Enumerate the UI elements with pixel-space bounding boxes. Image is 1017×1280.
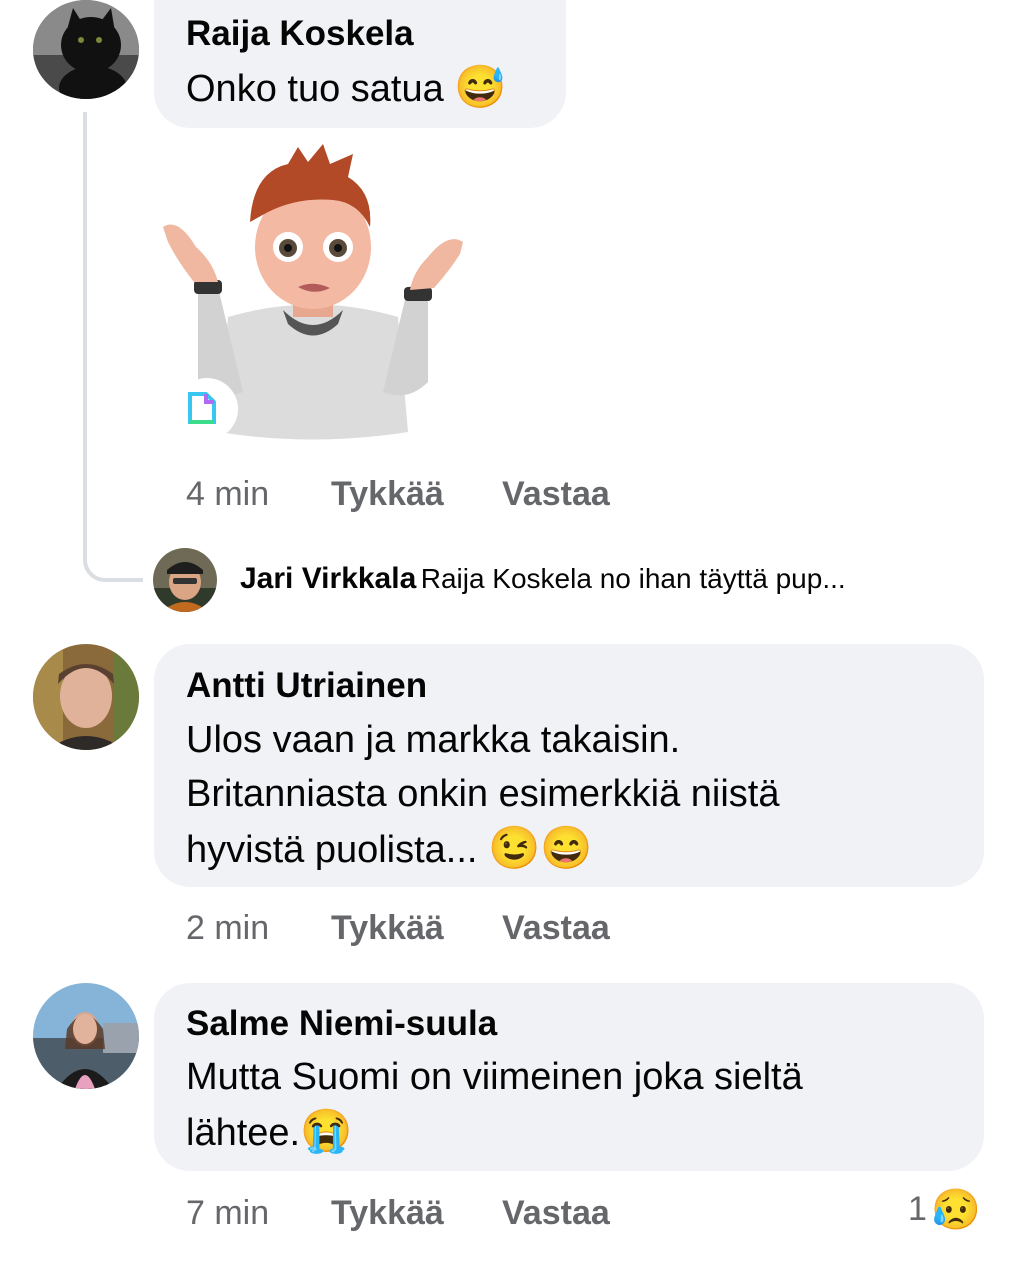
avatar[interactable] <box>33 0 139 99</box>
comment-author[interactable]: Salme Niemi-suula <box>186 1004 497 1044</box>
reaction-count: 1 <box>908 1190 927 1228</box>
crying-emoji: 😭 <box>300 1107 353 1154</box>
comment-author[interactable]: Raija Koskela <box>186 14 414 54</box>
comment-text: Onko tuo satua 😅 <box>186 63 507 110</box>
thread-connector <box>83 112 143 582</box>
reply-button[interactable]: Vastaa <box>502 1193 610 1233</box>
comment-bubble[interactable]: Salme Niemi-suula Mutta Suomi on viimein… <box>154 983 984 1171</box>
reply-author[interactable]: Jari Virkkala <box>240 562 416 595</box>
reply-snippet: Raija Koskela no ihan täyttä pup... <box>420 563 846 594</box>
sticker-badge-icon <box>176 378 238 440</box>
avatar[interactable] <box>33 983 139 1089</box>
reply-preview[interactable]: Jari Virkkala Raija Koskela no ihan täyt… <box>240 562 1000 596</box>
sweat-smile-emoji: 😅 <box>454 63 507 110</box>
comment-timestamp: 7 min <box>186 1194 270 1232</box>
like-button[interactable]: Tykkää <box>331 908 444 948</box>
cat-photo <box>33 0 139 99</box>
like-button[interactable]: Tykkää <box>331 474 444 514</box>
reply-button[interactable]: Vastaa <box>502 474 610 514</box>
sad-emoji-icon: 😥 <box>931 1188 982 1232</box>
comment-text-line: Britanniasta onkin esimerkkiä niistä <box>186 773 780 815</box>
wink-grin-emoji: 😉😄 <box>488 824 593 871</box>
reply-button[interactable]: Vastaa <box>502 908 610 948</box>
comment-text-line: lähtee.😭 <box>186 1107 353 1154</box>
comment-timestamp: 4 min <box>186 475 270 513</box>
like-button[interactable]: Tykkää <box>331 1193 444 1233</box>
comment-text-line: hyvistä puolista... 😉😄 <box>186 824 593 871</box>
comment-text-line: Mutta Suomi on viimeinen joka sieltä <box>186 1056 803 1098</box>
comment-bubble[interactable]: Raija Koskela Onko tuo satua 😅 <box>154 0 566 128</box>
reaction-summary[interactable]: 1 😥 <box>908 1186 981 1233</box>
reply-avatar[interactable] <box>153 548 217 612</box>
comment-text-line: Ulos vaan ja markka takaisin. <box>186 719 681 761</box>
comment-timestamp: 2 min <box>186 909 270 947</box>
comment-author[interactable]: Antti Utriainen <box>186 666 427 706</box>
comment-bubble[interactable]: Antti Utriainen Ulos vaan ja markka taka… <box>154 644 984 887</box>
avatar[interactable] <box>33 644 139 750</box>
